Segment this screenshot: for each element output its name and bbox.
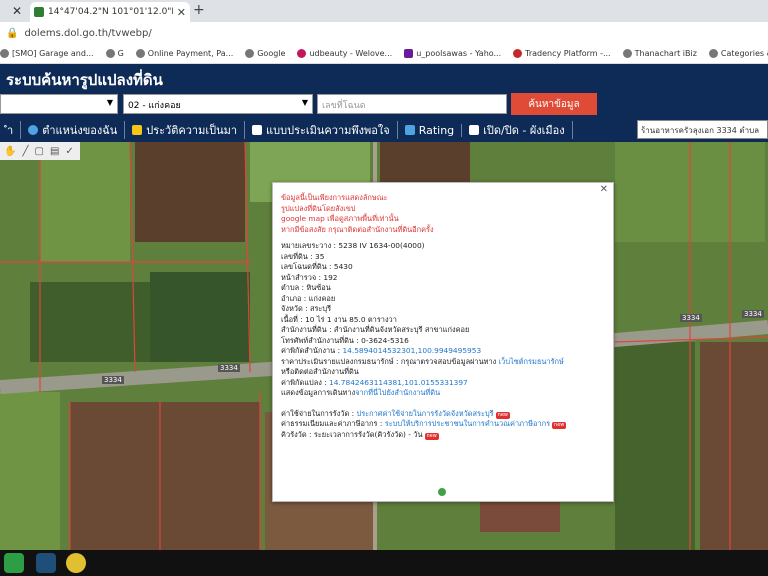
parcel-coord-label: ค่าพิกัดแปลง :	[281, 377, 327, 387]
polygon-icon[interactable]: ▢	[34, 146, 43, 157]
tab-close-icon[interactable]: ✕	[177, 6, 186, 19]
map-search-box[interactable]: ร้านอาหารครัวลุงเอก 3334 ตำบล	[637, 120, 768, 139]
bookmark-icon	[622, 49, 632, 58]
bookmark-icon	[135, 49, 145, 58]
road-label: 3334	[680, 314, 702, 322]
tax-link[interactable]: ระบบให้บริการประชาชนในการคำนวณค่าภาษีอาก…	[385, 419, 550, 428]
disclaimer-line: หากมีข้อสงสัย กรุณาติดต่อสำนักงานที่ดินอ…	[281, 224, 434, 234]
map-favicon-icon	[34, 7, 44, 17]
document-icon	[252, 125, 263, 135]
disclaimer-line: google map เพื่อดูสภาพพื้นที่เท่านั้น	[281, 214, 399, 223]
bookmark-item[interactable]: u_poolsawas - Yaho...	[404, 49, 501, 58]
search-row: ▼ 02 - แก่งคอย ▼ เลขที่โฉนด ค้นหาข้อมูล	[0, 92, 768, 118]
chrome-icon[interactable]	[66, 553, 86, 573]
bookmark-item[interactable]: Thanachart iBiz	[622, 49, 697, 58]
map-tools: ✋ ╱ ▢ ▤ ✓	[0, 142, 80, 160]
camera-app-icon[interactable]	[36, 553, 56, 573]
parcel-info-popup: ✕ ข้อมูลนี้เป็นเพียงการแสดงลักษณะ รูปแปล…	[272, 182, 614, 502]
field-subdistrict: ตำบล : หินซ้อน	[281, 283, 331, 292]
line-icon[interactable]: ╱	[22, 146, 28, 157]
tax-label: ค่าธรรมเนียมและค่าภาษีอากร :	[281, 419, 383, 428]
office-coord-label: ค่าพิกัดสำนักงาน :	[281, 346, 341, 355]
browser-tab[interactable]: 14°47'04.2"N 101°01'12.0"E - Go ✕	[30, 2, 190, 22]
menu-item-survey[interactable]: แบบประเมินความพึงพอใจ	[245, 121, 398, 139]
bookmark-item[interactable]: G	[105, 49, 124, 58]
appraisal-tail: หรือติดต่อสำนักงานที่ดิน	[281, 367, 359, 376]
field-deed-no: เลขโฉนดที่ดิน : 5430	[281, 262, 353, 271]
close-icon[interactable]: ✕	[600, 184, 608, 196]
bookmark-icon	[0, 49, 9, 58]
bookmarks-bar: [SMO] Garage and... G Online Payment, Pa…	[0, 44, 768, 64]
new-badge: new	[424, 432, 439, 440]
chevron-down-icon: ▼	[301, 98, 308, 107]
fee-link[interactable]: ประกาศค่าใช้จ่ายในการรังวัดจังหวัดสระบุร…	[357, 409, 494, 418]
address-bar[interactable]: 🔒 dolems.dol.go.th/tvwebp/	[0, 22, 768, 44]
globe-icon	[28, 125, 39, 135]
bookmark-item[interactable]: [SMO] Garage and...	[0, 49, 94, 58]
parcel-coord-link[interactable]: 14.7842463114381,101.0155331397	[329, 378, 468, 387]
bookmark-item[interactable]: Tradency Platform -...	[513, 49, 611, 58]
field-area: เนื้อที่ : 10 ไร่ 1 งาน 85.0 ตารางวา	[281, 314, 397, 324]
bookmark-icon	[708, 49, 718, 58]
parcel-number-input[interactable]: เลขที่โฉนด	[317, 94, 507, 114]
close-icon[interactable]: ✕	[12, 4, 22, 18]
district-select[interactable]: 02 - แก่งคอย ▼	[123, 94, 313, 114]
field-office-phone: โทรศัพท์สำนักงานที่ดิน : 0-3624-5316	[281, 335, 409, 345]
menu-item-my-location[interactable]: ตำแหน่งของฉัน	[21, 121, 126, 139]
field-province: จังหวัด : สระบุรี	[281, 304, 332, 313]
lock-icon: 🔒	[6, 27, 19, 39]
bookmark-item[interactable]: udbeauty - Welove...	[297, 49, 392, 58]
browser-tab-bar: ✕ 14°47'04.2"N 101°01'12.0"E - Go ✕ +	[0, 0, 768, 22]
field-survey-page: หน้าสำรวจ : 192	[281, 272, 338, 282]
road-label: 3334	[742, 310, 764, 318]
fee-label: ค่าใช้จ่ายในการรังวัด :	[281, 408, 355, 418]
bookmark-item[interactable]: Online Payment, Pa...	[135, 49, 233, 58]
chart-icon	[404, 125, 415, 135]
bookmark-icon	[513, 49, 523, 58]
location-pin-icon[interactable]	[436, 486, 448, 498]
layers-icon[interactable]: ▤	[50, 146, 59, 157]
road-label: 3334	[218, 364, 240, 372]
chevron-down-icon: ▼	[106, 98, 113, 107]
menu-item-rating[interactable]: Rating	[398, 123, 463, 137]
menu-item-history[interactable]: ประวัติความเป็นมา	[125, 121, 246, 139]
disclaimer-line: รูปแปลงที่ดินโดยสังเขป	[281, 203, 356, 213]
url-text[interactable]: dolems.dol.go.th/tvwebp/	[24, 28, 151, 39]
bookmark-icon	[297, 49, 307, 58]
queue-label: คิวรังวัด :	[281, 429, 312, 439]
appraisal-link[interactable]: เว็บไซต์กรมธนารักษ์	[499, 357, 564, 366]
tab-title: 14°47'04.2"N 101°01'12.0"E - Go	[48, 7, 173, 17]
hand-icon[interactable]: ✋	[4, 146, 16, 157]
measure-icon[interactable]: ✓	[65, 146, 73, 157]
new-badge: new	[495, 411, 510, 419]
menu-item-home[interactable]: ำ	[0, 121, 22, 139]
field-district: อำเภอ : แก่งคอย	[281, 293, 336, 303]
new-tab-icon[interactable]: +	[193, 2, 205, 18]
toggle-icon	[469, 125, 480, 135]
line-app-icon[interactable]	[4, 553, 24, 573]
field-sheet: หมายเลขระวาง : 5238 IV 1634-00(4000)	[281, 241, 425, 250]
search-button[interactable]: ค้นหาข้อมูล	[511, 93, 597, 115]
taskbar	[0, 550, 768, 576]
road-label: 3334	[102, 376, 124, 384]
queue-text: ระยะเวลาการรังวัด(คิวรังวัด) - วัน	[313, 429, 423, 439]
bookmark-item[interactable]: Categories & more	[708, 49, 768, 58]
new-badge: new	[552, 422, 567, 429]
route-link[interactable]: จากที่นี่ไปยังสำนักงานที่ดิน	[355, 388, 440, 397]
route-label: แสดงข้อมูลการเดินทาง	[281, 388, 356, 397]
disclaimer-line: ข้อมูลนี้เป็นเพียงการแสดงลักษณะ	[281, 193, 388, 202]
field-land-no: เลขที่ดิน : 35	[281, 251, 325, 261]
google-icon	[105, 49, 115, 58]
app-title: ระบบค้นหารูปแปลงที่ดิน	[0, 64, 768, 92]
office-coord-link[interactable]: 14.5894014532301,100.9949495953	[342, 346, 481, 355]
bookmark-item[interactable]: Google	[245, 49, 285, 58]
history-icon	[132, 125, 143, 135]
yahoo-icon	[404, 49, 414, 58]
appraisal-label: ราคาประเมินรายแปลงกรมธนารักษ์ : กรุณาตรว…	[281, 356, 497, 366]
menu-item-city-plan[interactable]: เปิด/ปิด - ผังเมือง	[462, 121, 573, 139]
field-office: สำนักงานที่ดิน : สำนักงานที่ดินจังหวัดสร…	[281, 325, 470, 334]
province-select[interactable]: ▼	[0, 94, 118, 114]
google-icon	[245, 49, 255, 58]
